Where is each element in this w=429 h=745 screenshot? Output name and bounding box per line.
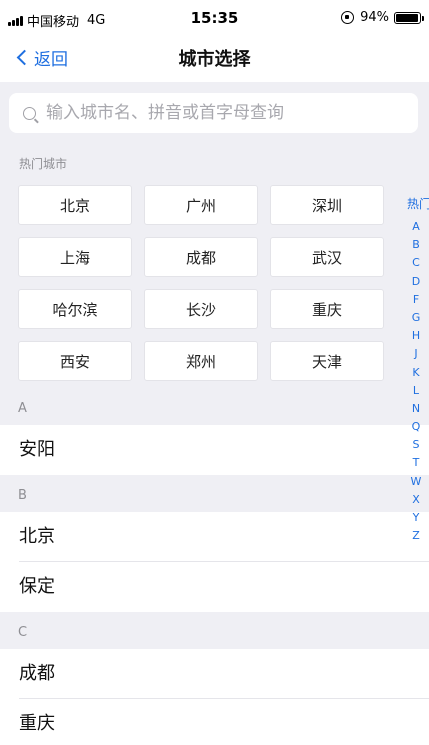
city-list-item[interactable]: 安阳 [0,425,429,475]
hot-cities-grid: 北京 广州 深圳 上海 成都 武汉 哈尔滨 长沙 重庆 西安 郑州 天津 [18,185,384,381]
index-item[interactable]: J [414,345,417,363]
city-list: A 安阳 B 北京 保定 C 成都 重庆 [0,388,429,745]
page-title: 城市选择 [178,49,251,70]
group-header-b: B [0,475,429,512]
index-item[interactable]: T [413,454,420,472]
nav-bar: 返回 城市选择 [0,40,429,82]
index-item[interactable]: Q [412,418,421,436]
search-area [0,82,429,145]
index-item[interactable]: Y [413,509,420,527]
status-right: 94% [341,10,424,25]
orientation-lock-icon [341,11,355,24]
index-item[interactable]: C [412,254,420,272]
hot-city-button[interactable]: 成都 [144,237,258,277]
index-item[interactable]: N [412,400,420,418]
hot-city-button[interactable]: 天津 [270,341,384,381]
index-item[interactable]: G [412,309,421,327]
index-item[interactable]: F [413,291,419,309]
search-box[interactable] [9,93,418,133]
hot-city-button[interactable]: 武汉 [270,237,384,277]
city-list-item[interactable]: 重庆 [0,699,429,745]
alphabet-index[interactable]: 热门 A B C D F G H J K L N Q S T W X Y Z [403,190,429,545]
index-item[interactable]: K [412,364,419,382]
index-item[interactable]: A [412,218,420,236]
battery-fill [396,13,418,22]
city-list-item[interactable]: 北京 [0,512,429,562]
city-list-item[interactable]: 保定 [0,562,429,612]
index-item[interactable]: X [412,491,420,509]
group-header-a: A [0,388,429,425]
index-item-hot[interactable]: 热门 [407,190,429,218]
index-item[interactable]: D [412,273,420,291]
hot-city-button[interactable]: 重庆 [270,289,384,329]
search-input[interactable] [46,103,406,123]
hot-city-button[interactable]: 郑州 [144,341,258,381]
hot-city-button[interactable]: 广州 [144,185,258,225]
hot-city-button[interactable]: 深圳 [270,185,384,225]
index-item[interactable]: B [412,236,420,254]
city-list-item[interactable]: 成都 [0,649,429,699]
hot-city-button[interactable]: 长沙 [144,289,258,329]
hot-city-button[interactable]: 上海 [18,237,132,277]
index-item[interactable]: S [413,436,420,454]
status-bar: 中国移动 4G 15:35 94% [0,0,429,40]
battery-percent: 94% [360,10,389,25]
search-icon [23,106,36,120]
index-item[interactable]: H [412,327,420,345]
group-header-c: C [0,612,429,649]
hot-city-button[interactable]: 西安 [18,341,132,381]
index-item[interactable]: W [411,473,422,491]
hot-city-button[interactable]: 哈尔滨 [18,289,132,329]
hot-cities-section: 热门城市 北京 广州 深圳 上海 成都 武汉 哈尔滨 长沙 重庆 西安 郑州 天… [0,145,429,388]
index-item[interactable]: L [413,382,419,400]
hot-cities-label: 热门城市 [19,157,68,171]
hot-city-button[interactable]: 北京 [18,185,132,225]
index-item[interactable]: Z [412,527,420,545]
battery-icon [394,11,424,24]
